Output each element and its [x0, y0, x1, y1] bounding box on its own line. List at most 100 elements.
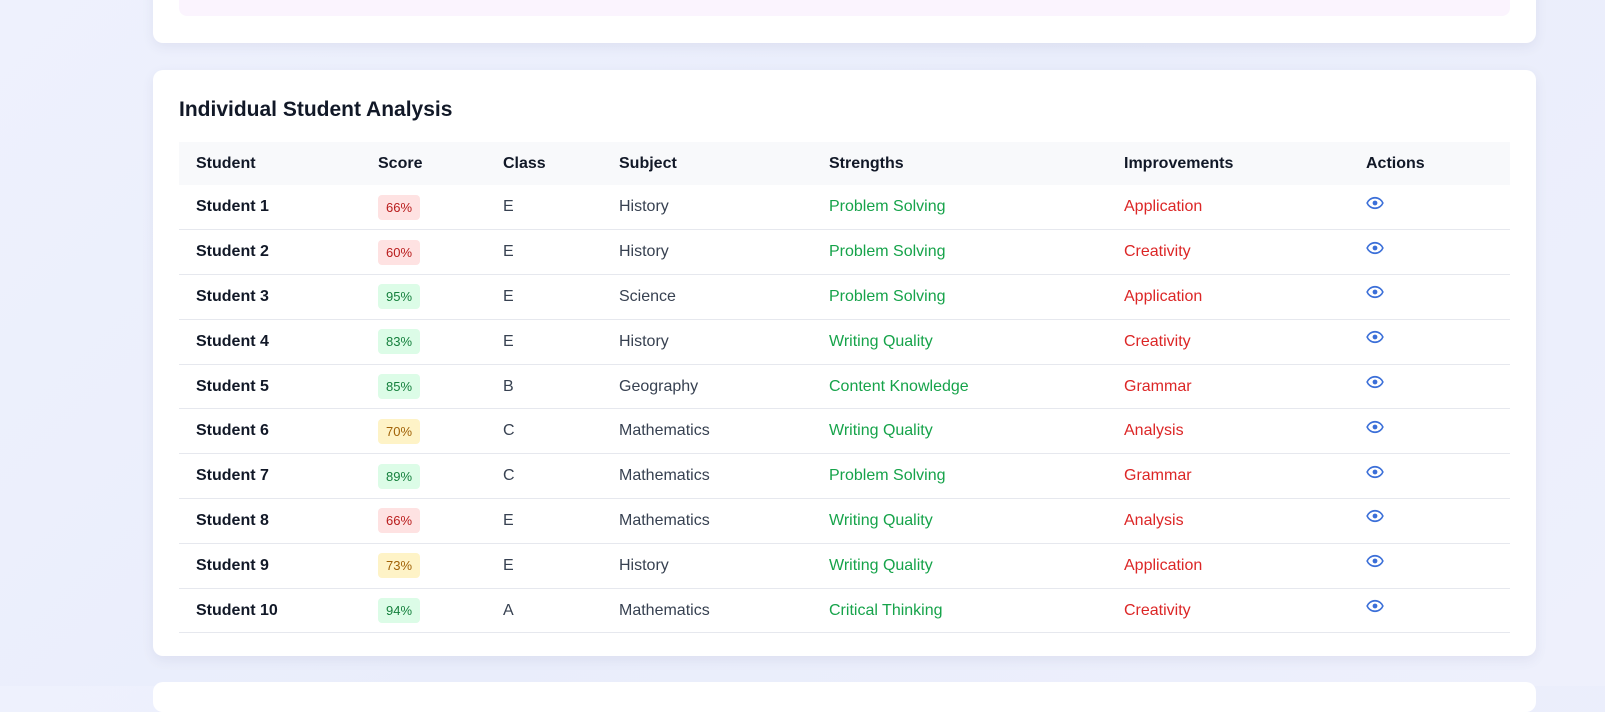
improvement-cell: Application: [1124, 198, 1203, 216]
table-row: Student 8 66% E Mathematics Writing Quality A…: [179, 499, 1510, 544]
score-cell: 60%: [361, 230, 486, 275]
table-row: Student 7 89% C Mathematics Problem Solving G…: [179, 454, 1510, 499]
actions-cell: [1349, 499, 1510, 544]
table-header-row: Student Score Class Subject Strengths Im…: [179, 142, 1510, 185]
class-cell: A: [503, 601, 514, 619]
score-cell: 94%: [361, 588, 486, 633]
subject-cell: History: [619, 243, 669, 261]
improvement-cell: Creativity: [1124, 243, 1191, 261]
student-name: Student 1: [196, 198, 269, 216]
student-name: Student 3: [196, 287, 269, 305]
student-name: Student 4: [196, 332, 269, 350]
subject-cell: History: [619, 556, 669, 574]
table-row: Student 2 60% E History Problem Solving Creat…: [179, 230, 1510, 275]
score-badge: 60%: [378, 239, 421, 265]
header-actions: Actions: [1366, 154, 1425, 172]
actions-cell: [1349, 409, 1510, 454]
subject-cell: Geography: [619, 377, 699, 395]
student-name: Student 7: [196, 467, 269, 485]
student-table: Student Score Class Subject Strengths Im…: [179, 142, 1510, 633]
eye-icon[interactable]: [1366, 285, 1384, 299]
score-badge: 83%: [378, 329, 421, 355]
improvement-cell: Application: [1124, 287, 1203, 305]
improvement-cell: Creativity: [1124, 601, 1191, 619]
score-badge: 66%: [378, 508, 421, 534]
previous-card-banner: [179, 0, 1510, 16]
table-row: Student 1 66% E History Problem Solving Appli…: [179, 185, 1510, 230]
score-cell: 70%: [361, 409, 486, 454]
class-cell: C: [503, 467, 515, 485]
strength-cell: Writing Quality: [829, 556, 933, 574]
strength-cell: Writing Quality: [829, 511, 933, 529]
student-name: Student 9: [196, 556, 269, 574]
actions-cell: [1349, 185, 1510, 230]
student-analysis-card: Individual Student Analysis Student Scor…: [153, 70, 1536, 656]
score-badge: 70%: [378, 418, 421, 444]
improvement-cell: Analysis: [1124, 422, 1184, 440]
header-score[interactable]: Score: [361, 142, 486, 185]
improvement-cell: Grammar: [1124, 467, 1192, 485]
improvement-cell: Application: [1124, 556, 1203, 574]
score-badge: 89%: [378, 463, 421, 489]
eye-icon[interactable]: [1366, 554, 1384, 568]
student-name: Student 8: [196, 511, 269, 529]
header-strengths[interactable]: Strengths: [812, 142, 1107, 185]
class-cell: E: [503, 556, 514, 574]
header-improvements[interactable]: Improvements: [1107, 142, 1349, 185]
eye-icon[interactable]: [1366, 420, 1384, 434]
actions-cell: [1349, 275, 1510, 320]
class-cell: E: [503, 243, 514, 261]
eye-icon[interactable]: [1366, 196, 1384, 210]
eye-icon[interactable]: [1366, 241, 1384, 255]
header-student[interactable]: Student: [179, 142, 361, 185]
student-name: Student 6: [196, 422, 269, 440]
next-card: [153, 682, 1536, 712]
score-badge: 85%: [378, 374, 421, 400]
actions-cell: [1349, 364, 1510, 409]
table-row: Student 9 73% E History Writing Quality Appli…: [179, 543, 1510, 589]
score-cell: 85%: [361, 364, 486, 409]
score-badge: 95%: [378, 284, 421, 310]
strength-cell: Problem Solving: [829, 198, 946, 216]
student-name: Student 10: [196, 601, 278, 619]
header-class[interactable]: Class: [486, 142, 602, 185]
actions-cell: [1349, 588, 1510, 633]
student-name: Student 5: [196, 377, 269, 395]
improvement-cell: Analysis: [1124, 511, 1184, 529]
actions-cell: [1349, 319, 1510, 364]
subject-cell: Mathematics: [619, 511, 710, 529]
eye-icon[interactable]: [1366, 465, 1384, 479]
score-cell: 83%: [361, 319, 486, 364]
subject-cell: Mathematics: [619, 601, 710, 619]
table-row: Student 10 94% A Mathematics Critical Thinki…: [179, 588, 1510, 633]
strength-cell: Problem Solving: [829, 243, 946, 261]
score-cell: 89%: [361, 454, 486, 499]
eye-icon[interactable]: [1366, 599, 1384, 613]
student-name: Student 2: [196, 243, 269, 261]
strength-cell: Problem Solving: [829, 287, 946, 305]
improvement-cell: Creativity: [1124, 332, 1191, 350]
class-cell: B: [503, 377, 514, 395]
class-cell: E: [503, 198, 514, 216]
subject-cell: Science: [619, 287, 676, 305]
class-cell: C: [503, 422, 515, 440]
header-subject[interactable]: Subject: [602, 142, 812, 185]
improvement-cell: Grammar: [1124, 377, 1192, 395]
eye-icon[interactable]: [1366, 330, 1384, 344]
table-row: Student 4 83% E History Writing Quality Creat…: [179, 319, 1510, 365]
score-badge: 73%: [378, 553, 421, 579]
score-badge: 66%: [378, 194, 421, 220]
subject-cell: History: [619, 332, 669, 350]
actions-cell: [1349, 454, 1510, 499]
table-row: Student 6 70% C Mathematics Writing Quality A…: [179, 409, 1510, 454]
score-cell: 95%: [361, 275, 486, 320]
subject-cell: Mathematics: [619, 467, 710, 485]
strength-cell: Critical Thinking: [829, 601, 943, 619]
subject-cell: History: [619, 198, 669, 216]
class-cell: E: [503, 511, 514, 529]
eye-icon[interactable]: [1366, 509, 1384, 523]
table-row: Student 3 95% E Science Problem Solving Appli…: [179, 275, 1510, 320]
class-cell: E: [503, 332, 514, 350]
eye-icon[interactable]: [1366, 375, 1384, 389]
score-badge: 94%: [378, 598, 421, 624]
